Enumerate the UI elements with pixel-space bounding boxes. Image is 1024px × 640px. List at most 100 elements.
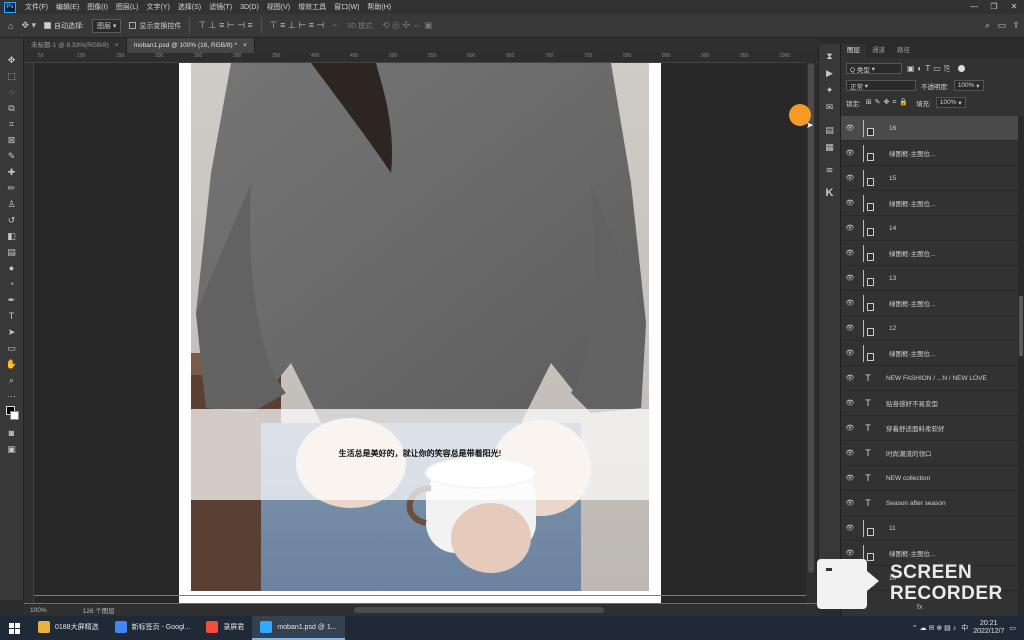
menu-plugins[interactable]: 增效工具 (294, 2, 330, 12)
canvas-horizontal-scrollbar[interactable] (354, 607, 604, 613)
plugin-k-icon[interactable]: K (824, 187, 836, 199)
hand-tool-icon[interactable]: ✋ (4, 358, 20, 371)
distribute-icons[interactable]: ⊤ ≡ ⊥ ⊢ ≡ ⊣ (270, 20, 324, 31)
zoom-tool-icon[interactable]: ⌕ (4, 374, 20, 387)
layer-row[interactable]: 👁 T 时尚潮流的领口 (841, 441, 1019, 466)
layers-scrollbar[interactable] (1018, 116, 1024, 616)
marquee-tool-icon[interactable]: ⬚ (4, 70, 20, 83)
filter-toggle-icon[interactable] (958, 65, 966, 72)
visibility-eye-icon[interactable]: 👁 (841, 274, 859, 282)
layer-row[interactable]: 👁 14 (841, 216, 1019, 241)
visibility-eye-icon[interactable]: 👁 (841, 474, 859, 482)
visibility-eye-icon[interactable]: 👁 (841, 124, 859, 132)
frame-tool-icon[interactable]: ⊠ (4, 134, 20, 147)
filter-icons[interactable]: ▣◐T▭⎘ (907, 64, 953, 74)
menu-view[interactable]: 视图(V) (263, 2, 294, 12)
menu-3d[interactable]: 3D(D) (236, 4, 263, 11)
show-transform-checkbox[interactable]: 显示变换控件 (129, 21, 181, 31)
layer-row[interactable]: 👁 绿图框-主图位... (841, 191, 1019, 216)
rectangle-tool-icon[interactable]: ▭ (4, 342, 20, 355)
visibility-eye-icon[interactable]: 👁 (841, 449, 859, 457)
canvas-area[interactable]: 生活总是美好的，就让你的笑容总是带着阳光! (34, 63, 806, 603)
layer-row[interactable]: 👁 绿图框-主图位... (841, 341, 1019, 366)
start-button[interactable] (0, 616, 28, 640)
align-icons[interactable]: ⊤ ⊥ ≡ ⊢ ⊣ ≡ (198, 20, 252, 31)
layer-row[interactable]: 👁 T Season after season (841, 491, 1019, 516)
eyedropper-tool-icon[interactable]: ✎ (4, 150, 20, 163)
eraser-tool-icon[interactable]: ◧ (4, 230, 20, 243)
layer-filter-dropdown[interactable]: Q 类型 ▾ (846, 63, 902, 74)
input-method[interactable]: 中 (961, 623, 968, 633)
menu-help[interactable]: 帮助(H) (363, 2, 395, 12)
opacity-field[interactable]: 100% ▾ (953, 80, 984, 91)
move-tool-icon[interactable]: ✥ (4, 54, 20, 67)
stamp-tool-icon[interactable]: ♙ (4, 198, 20, 211)
home-icon[interactable]: ⌂ (8, 21, 13, 31)
move-tool-preset-icon[interactable]: ✥ ▾ (21, 20, 36, 31)
tab-layers[interactable]: 图层 (841, 44, 866, 58)
menu-select[interactable]: 选择(S) (174, 2, 205, 12)
layer-row[interactable]: 👁 T NEW collection (841, 466, 1019, 491)
visibility-eye-icon[interactable]: 👁 (841, 524, 859, 532)
more-options[interactable]: ··· (332, 22, 339, 29)
menu-file[interactable]: 文件(F) (21, 2, 52, 12)
lock-icons[interactable]: ⊞✎✥⌗🔒 (866, 98, 911, 107)
more-tools-icon[interactable]: ··· (4, 390, 20, 403)
history-brush-icon[interactable]: ↺ (4, 214, 20, 227)
visibility-eye-icon[interactable]: 👁 (841, 374, 859, 382)
crop-tool-icon[interactable]: ⌗ (4, 118, 20, 131)
comments-icon[interactable]: ✉ (824, 101, 836, 113)
auto-select-checkbox[interactable]: 自动选择: (44, 21, 84, 31)
path-select-tool-icon[interactable]: ➤ (4, 326, 20, 339)
adjustments-icon[interactable]: ≋ (824, 164, 836, 176)
visibility-eye-icon[interactable]: 👁 (841, 149, 859, 157)
object-select-tool-icon[interactable]: ⧉ (4, 102, 20, 115)
search-icon[interactable]: ⌕ (985, 20, 990, 31)
close-icon[interactable]: × (115, 42, 119, 49)
layer-row[interactable]: 👁 绿图框-主图位... (841, 241, 1019, 266)
scroll-thumb[interactable] (1019, 296, 1023, 356)
menu-filter[interactable]: 滤镜(T) (205, 2, 236, 12)
visibility-eye-icon[interactable]: 👁 (841, 224, 859, 232)
minimize-button[interactable]: — (964, 0, 984, 14)
taskbar-app[interactable]: moban1.psd @ 1... (252, 616, 345, 640)
tab-untitled[interactable]: 未标题-1 @ 8.33%(RGB/8) × (24, 38, 127, 53)
visibility-eye-icon[interactable]: 👁 (841, 174, 859, 182)
workspace-icon[interactable]: ▭ (997, 20, 1006, 31)
properties-icon[interactable]: ▤ (824, 124, 836, 136)
taskbar-app[interactable]: 新标签页 - Googl... (107, 616, 199, 640)
layer-row[interactable]: 👁 13 (841, 266, 1019, 291)
layer-row[interactable]: 👁 绿图框-主图位... (841, 141, 1019, 166)
scroll-thumb[interactable] (808, 63, 814, 573)
visibility-eye-icon[interactable]: 👁 (841, 549, 859, 557)
visibility-eye-icon[interactable]: 👁 (841, 299, 859, 307)
menu-edit[interactable]: 编辑(E) (52, 2, 83, 12)
pen-tool-icon[interactable]: ✒ (4, 294, 20, 307)
close-button[interactable]: ✕ (1004, 0, 1024, 14)
restore-button[interactable]: ❐ (984, 0, 1004, 14)
tab-paths[interactable]: 路径 (891, 44, 916, 58)
layer-row[interactable]: 👁 11 (841, 516, 1019, 541)
photoshop-logo-icon[interactable]: Ps (4, 1, 16, 13)
tab-moban1[interactable]: moban1.psd @ 100% (16, RGB/8) * × (126, 38, 255, 53)
blur-tool-icon[interactable]: ● (4, 262, 20, 275)
layer-row[interactable]: 👁 16 (841, 116, 1019, 141)
clock[interactable]: 20:21 2022/12/7 (973, 620, 1004, 636)
notification-icon[interactable]: ▭ (1009, 624, 1016, 632)
visibility-eye-icon[interactable]: 👁 (841, 499, 859, 507)
menu-layer[interactable]: 图层(L) (112, 2, 143, 12)
brush-tool-icon[interactable]: ✏ (4, 182, 20, 195)
visibility-eye-icon[interactable]: 👁 (841, 249, 859, 257)
type-tool-icon[interactable]: T (4, 310, 20, 323)
healing-brush-icon[interactable]: ✚ (4, 166, 20, 179)
visibility-eye-icon[interactable]: 👁 (841, 324, 859, 332)
canvas-vertical-scrollbar[interactable] (806, 53, 816, 603)
menu-window[interactable]: 窗口(W) (330, 2, 363, 12)
layer-row[interactable]: 👁 12 (841, 316, 1019, 341)
auto-select-dropdown[interactable]: 图层 ▾ (91, 18, 122, 33)
layer-row[interactable]: 👁 T 贴身感好不易变型 (841, 391, 1019, 416)
lasso-tool-icon[interactable]: ◌ (4, 86, 20, 99)
close-icon[interactable]: × (243, 42, 247, 49)
dodge-tool-icon[interactable]: ◔ (4, 278, 20, 291)
layer-row[interactable]: 👁 绿图框-主图位... (841, 291, 1019, 316)
